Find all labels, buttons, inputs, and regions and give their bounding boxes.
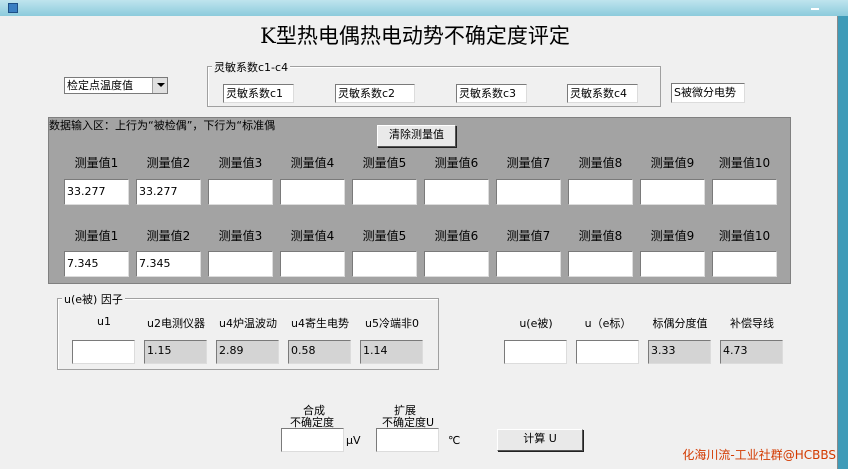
- factor-field-4: 0.58: [288, 340, 351, 364]
- factor-label-5: u5冷端非0: [365, 317, 419, 330]
- watermark-text: 化海川流-工业社群@HCBBS: [682, 448, 836, 462]
- upper-header-1: 测量值1: [74, 156, 119, 170]
- temperature-point-select[interactable]: 检定点温度值: [64, 77, 168, 94]
- lower-header-6: 测量值6: [434, 229, 479, 243]
- upper-measurement-field-3[interactable]: [208, 179, 273, 205]
- sensitivity-c2-field[interactable]: 灵敏系数c2: [335, 84, 415, 103]
- lower-measurement-field-8[interactable]: [568, 251, 633, 277]
- lower-header-9: 测量值9: [650, 229, 695, 243]
- chevron-down-icon[interactable]: [152, 78, 167, 93]
- upper-measurement-field-9[interactable]: [640, 179, 705, 205]
- calculate-u-button[interactable]: 计算 U: [497, 429, 583, 451]
- lower-measurement-field-3[interactable]: [208, 251, 273, 277]
- combined-unit: μV: [346, 434, 361, 447]
- lower-header-10: 测量值10: [718, 229, 771, 243]
- upper-header-2: 测量值2: [146, 156, 191, 170]
- sensitivity-c1-field[interactable]: 灵敏系数c1: [223, 84, 294, 103]
- upper-measurement-field-5[interactable]: [352, 179, 417, 205]
- upper-measurement-field-6[interactable]: [424, 179, 489, 205]
- lower-measurement-field-7[interactable]: [496, 251, 561, 277]
- expanded-uncertainty-field[interactable]: [376, 428, 439, 452]
- factor-label-1: u1: [97, 315, 111, 328]
- upper-header-10: 测量值10: [718, 156, 771, 170]
- factor-field-1[interactable]: [72, 340, 135, 364]
- result-label-3: 标偶分度值: [652, 317, 708, 330]
- lower-header-1: 测量值1: [74, 229, 119, 243]
- upper-header-3: 测量值3: [218, 156, 263, 170]
- factors-group-label: u(e被) 因子: [62, 291, 125, 307]
- page-title: K型热电偶热电动势不确定度评定: [260, 24, 570, 48]
- lower-header-2: 测量值2: [146, 229, 191, 243]
- lower-measurement-field-9[interactable]: [640, 251, 705, 277]
- sensitivity-group-label: 灵敏系数c1-c4: [212, 59, 291, 75]
- lower-header-8: 测量值8: [578, 229, 623, 243]
- window-edge: [838, 16, 848, 469]
- lower-header-5: 测量值5: [362, 229, 407, 243]
- upper-measurement-field-8[interactable]: [568, 179, 633, 205]
- lower-measurement-field-6[interactable]: [424, 251, 489, 277]
- upper-measurement-field-4[interactable]: [280, 179, 345, 205]
- result-field-2[interactable]: [576, 340, 639, 364]
- upper-header-5: 测量值5: [362, 156, 407, 170]
- upper-header-6: 测量值6: [434, 156, 479, 170]
- data-input-label: 数据输入区：上行为“被检偶”，下行为“标准偶: [49, 119, 276, 132]
- upper-measurement-field-7[interactable]: [496, 179, 561, 205]
- factor-field-5: 1.14: [360, 340, 423, 364]
- lower-measurement-field-1[interactable]: 7.345: [64, 251, 129, 277]
- window-titlebar: [0, 0, 848, 16]
- factor-field-3: 2.89: [216, 340, 279, 364]
- upper-measurement-field-2[interactable]: 33.277: [136, 179, 201, 205]
- lower-measurement-field-2[interactable]: 7.345: [136, 251, 201, 277]
- lower-header-4: 测量值4: [290, 229, 335, 243]
- clear-measurements-button[interactable]: 清除测量值: [377, 125, 456, 147]
- minimize-icon[interactable]: [808, 2, 822, 12]
- lower-header-3: 测量值3: [218, 229, 263, 243]
- sensitivity-c4-field[interactable]: 灵敏系数c4: [567, 84, 638, 103]
- combined-uncertainty-field[interactable]: [281, 428, 344, 452]
- s-differential-field[interactable]: S被微分电势: [671, 83, 745, 103]
- upper-header-8: 测量值8: [578, 156, 623, 170]
- result-field-1[interactable]: [504, 340, 567, 364]
- upper-measurement-field-1[interactable]: 33.277: [64, 179, 129, 205]
- result-field-4: 4.73: [720, 340, 783, 364]
- factor-field-2: 1.15: [144, 340, 207, 364]
- upper-header-7: 测量值7: [506, 156, 551, 170]
- expanded-unit: ℃: [448, 434, 461, 447]
- upper-header-4: 测量值4: [290, 156, 335, 170]
- lower-measurement-field-5[interactable]: [352, 251, 417, 277]
- lower-header-7: 测量值7: [506, 229, 551, 243]
- temperature-point-select-value: 检定点温度值: [67, 79, 133, 92]
- result-label-4: 补偿导线: [730, 317, 774, 330]
- upper-measurement-field-10[interactable]: [712, 179, 777, 205]
- result-field-3: 3.33: [648, 340, 711, 364]
- result-label-2: u（e标）: [584, 317, 632, 330]
- upper-header-9: 测量值9: [650, 156, 695, 170]
- lower-measurement-field-10[interactable]: [712, 251, 777, 277]
- result-label-1: u(e被): [519, 317, 553, 330]
- sensitivity-c3-field[interactable]: 灵敏系数c3: [456, 84, 527, 103]
- lower-measurement-field-4[interactable]: [280, 251, 345, 277]
- factor-label-4: u4寄生电势: [291, 317, 349, 330]
- factor-label-2: u2电测仪器: [147, 317, 205, 330]
- factor-label-3: u4炉温波动: [219, 317, 277, 330]
- app-icon: [8, 3, 18, 13]
